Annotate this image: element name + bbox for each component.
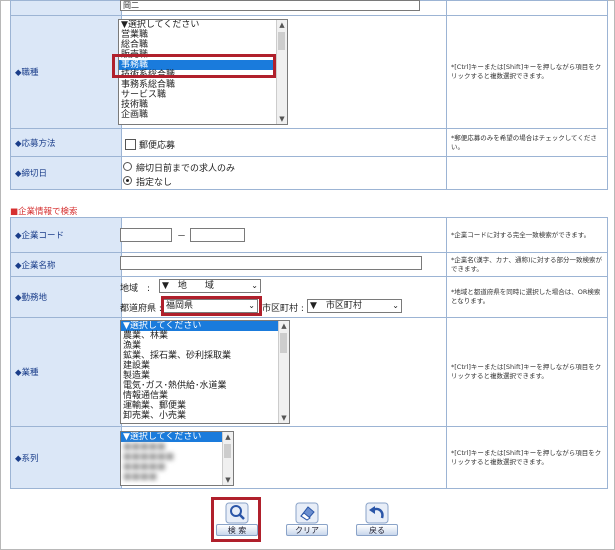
job-type-highlight-box <box>112 54 276 78</box>
search-button-highlight-box <box>211 497 261 542</box>
job-type-option[interactable]: 企画職 <box>119 110 287 120</box>
eraser-icon <box>295 502 319 524</box>
job-type-note: *[Ctrl]キーまたは[Shift]キーを押しながら項目をクリックすると複数選… <box>446 15 608 129</box>
industry-option[interactable]: ▼選択してください <box>121 321 289 331</box>
back-button[interactable]: 戻る <box>356 500 398 538</box>
region-select[interactable]: ▼ 地 域 ⌄ <box>159 279 261 293</box>
clear-button[interactable]: クリア <box>286 500 328 538</box>
scroll-thumb[interactable] <box>224 444 231 458</box>
scroll-up-arrow-icon[interactable]: ▲ <box>277 20 287 30</box>
scroll-down-arrow-icon[interactable]: ▼ <box>279 413 289 423</box>
deadline-radio-none-label: 指定なし <box>136 178 173 188</box>
group-note: *[Ctrl]キーまたは[Shift]キーを押しながら項目をクリックすると複数選… <box>446 426 608 489</box>
region-label: 地域 : <box>120 284 151 294</box>
deadline-radio-none[interactable] <box>123 176 132 185</box>
group-listbox[interactable]: ▼選択してください ■■■■■ ■■■■■■ ■■■■■ ■■■■ ▲ ▼ <box>120 431 234 486</box>
top-label-cell <box>10 0 122 16</box>
group-option[interactable]: ▼選択してください <box>121 432 233 442</box>
industry-option[interactable]: 漁業 <box>121 341 289 351</box>
job-type-option[interactable]: 技術職 <box>119 100 287 110</box>
industry-option[interactable]: 鉱業、採石業、砂利採取業 <box>121 351 289 361</box>
job-type-option[interactable]: サービス職 <box>119 90 287 100</box>
job-type-option[interactable]: 営業職 <box>119 30 287 40</box>
chevron-down-icon: ⌄ <box>251 281 258 290</box>
job-type-label: ◆職種 <box>10 15 122 129</box>
scroll-down-arrow-icon[interactable]: ▼ <box>277 114 287 124</box>
location-label: ◆勤務地 <box>10 276 122 318</box>
deadline-note-cell <box>446 156 608 190</box>
company-code-label: ◆企業コード <box>10 217 122 253</box>
job-type-option[interactable]: ▼選択してください <box>119 20 287 30</box>
scroll-up-arrow-icon[interactable]: ▲ <box>279 321 289 331</box>
company-section-title: ■企業情報で検索 <box>10 207 78 217</box>
scroll-down-arrow-icon[interactable]: ▼ <box>223 475 233 485</box>
industry-option[interactable]: 卸売業、小売業 <box>121 411 289 421</box>
city-select[interactable]: ▼ 市区町村 ⌄ <box>307 299 402 313</box>
industry-option[interactable]: 電気･ガス･熱供給･水道業 <box>121 381 289 391</box>
company-code-separator: － <box>177 232 187 242</box>
deadline-label: ◆締切日 <box>10 156 122 190</box>
company-name-label: ◆企業名称 <box>10 252 122 277</box>
industry-label: ◆業種 <box>10 317 122 427</box>
back-button-label: 戻る <box>356 524 398 536</box>
top-note-cell <box>446 0 608 16</box>
city-label: 市区町村 : <box>262 304 304 314</box>
company-code-note: *企業コードに対する完全一致検索ができます。 <box>446 217 608 253</box>
job-type-option[interactable]: 事務系総合職 <box>119 80 287 90</box>
postal-apply-checkbox[interactable] <box>125 139 136 150</box>
group-scrollbar[interactable]: ▲ ▼ <box>222 432 233 485</box>
apply-method-note: *郵便応募のみを希望の場合はチェックしてください。 <box>446 128 608 157</box>
group-option[interactable]: ■■■■■ <box>121 462 233 472</box>
company-name-note: *企業名(漢字、カナ、通称)に対する部分一致検索ができます。 <box>446 252 608 277</box>
group-option[interactable]: ■■■■■■ <box>121 452 233 462</box>
industry-scrollbar[interactable]: ▲ ▼ <box>278 321 289 423</box>
job-type-option[interactable]: 総合職 <box>119 40 287 50</box>
top-text-input[interactable]: 岡二 <box>120 0 420 11</box>
industry-option[interactable]: 農業、林業 <box>121 331 289 341</box>
group-option[interactable]: ■■■■■ <box>121 442 233 452</box>
job-criteria-table: ◆職種 *[Ctrl]キーまたは[Shift]キーを押しながら項目をクリックする… <box>10 0 608 190</box>
group-label: ◆系列 <box>10 426 122 489</box>
back-arrow-icon <box>365 502 389 524</box>
scroll-thumb[interactable] <box>280 333 287 353</box>
prefecture-label: 都道府県 : <box>120 304 162 314</box>
prefecture-highlight-box <box>161 296 262 316</box>
apply-method-label: ◆応募方法 <box>10 128 122 157</box>
company-code-input-2[interactable] <box>190 228 245 242</box>
industry-option[interactable]: 製造業 <box>121 371 289 381</box>
scroll-thumb[interactable] <box>278 32 285 50</box>
clear-button-label: クリア <box>286 524 328 536</box>
company-code-input-1[interactable] <box>120 228 172 242</box>
deadline-radio-before-label: 締切日前までの求人のみ <box>136 164 236 174</box>
postal-apply-label: 郵便応募 <box>139 141 176 151</box>
region-select-value: ▼ 地 域 <box>162 281 214 291</box>
chevron-down-icon: ⌄ <box>392 301 399 310</box>
industry-option[interactable]: 建設業 <box>121 361 289 371</box>
scroll-up-arrow-icon[interactable]: ▲ <box>223 432 233 442</box>
industry-option[interactable]: 運輸業、郵便業 <box>121 401 289 411</box>
industry-note: *[Ctrl]キーまたは[Shift]キーを押しながら項目をクリックすると複数選… <box>446 317 608 427</box>
group-option[interactable]: ■■■■ <box>121 472 233 482</box>
job-type-scrollbar[interactable]: ▲ ▼ <box>276 20 287 124</box>
deadline-radio-before[interactable] <box>123 162 132 171</box>
industry-listbox[interactable]: ▼選択してください 農業、林業 漁業 鉱業、採石業、砂利採取業 建設業 製造業 電気･ガス･… <box>120 320 290 424</box>
location-note: *地域と都道府県を同時に選択した場合は、OR検索となります。 <box>446 276 608 318</box>
city-select-value: ▼ 市区町村 <box>310 301 362 311</box>
industry-option[interactable]: 情報通信業 <box>121 391 289 401</box>
company-name-input[interactable] <box>120 256 422 270</box>
